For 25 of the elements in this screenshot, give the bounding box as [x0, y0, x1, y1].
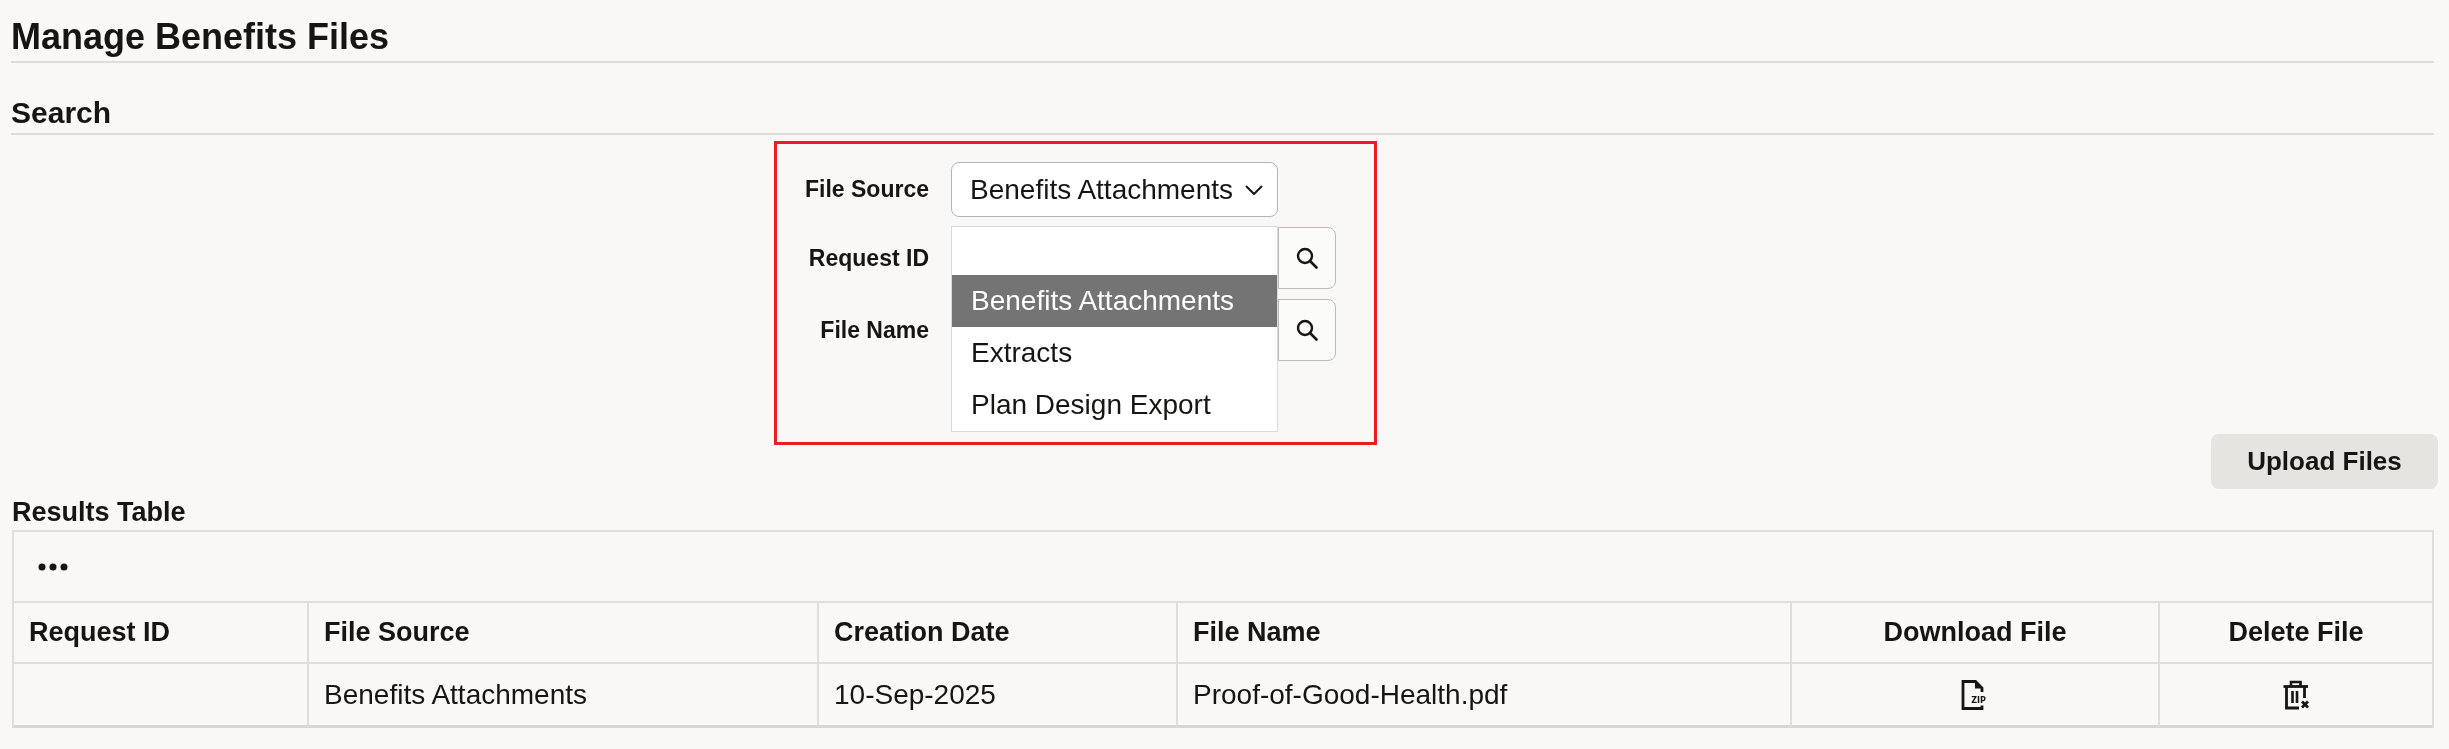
section-heading: Results Table [12, 496, 186, 528]
column-header: Download File [1790, 603, 2158, 664]
select-field[interactable]: Benefits Attachments [951, 162, 1278, 217]
column-header: Request ID [14, 603, 307, 664]
section-heading: Search [11, 95, 112, 131]
column-header: Creation Date [817, 603, 1176, 664]
column-header: File Name [1176, 603, 1790, 664]
page-title: Manage Benefits Files [11, 15, 390, 59]
field-label: Request ID [808, 244, 929, 272]
column-header: File Source [307, 603, 817, 664]
more-options-icon[interactable] [38, 562, 68, 571]
search-icon [1296, 319, 1318, 341]
search-icon [1296, 247, 1318, 269]
search-button[interactable] [1278, 299, 1336, 361]
column-header: Delete File [2158, 603, 2432, 664]
dropdown-option[interactable]: Benefits Attachments [952, 275, 1277, 327]
upload-files-button[interactable]: Upload Files [2211, 434, 2438, 489]
table-cell: Proof-of-Good-Health.pdf [1193, 678, 1508, 711]
field-label: File Name [820, 316, 929, 344]
table-cell: 10-Sep-2025 [834, 678, 996, 711]
trash-icon[interactable] [2282, 679, 2310, 710]
field-label: File Source [805, 176, 929, 203]
search-button[interactable] [1278, 227, 1336, 289]
table-cell: Benefits Attachments [324, 678, 588, 711]
chevron-down-icon [1245, 184, 1263, 195]
